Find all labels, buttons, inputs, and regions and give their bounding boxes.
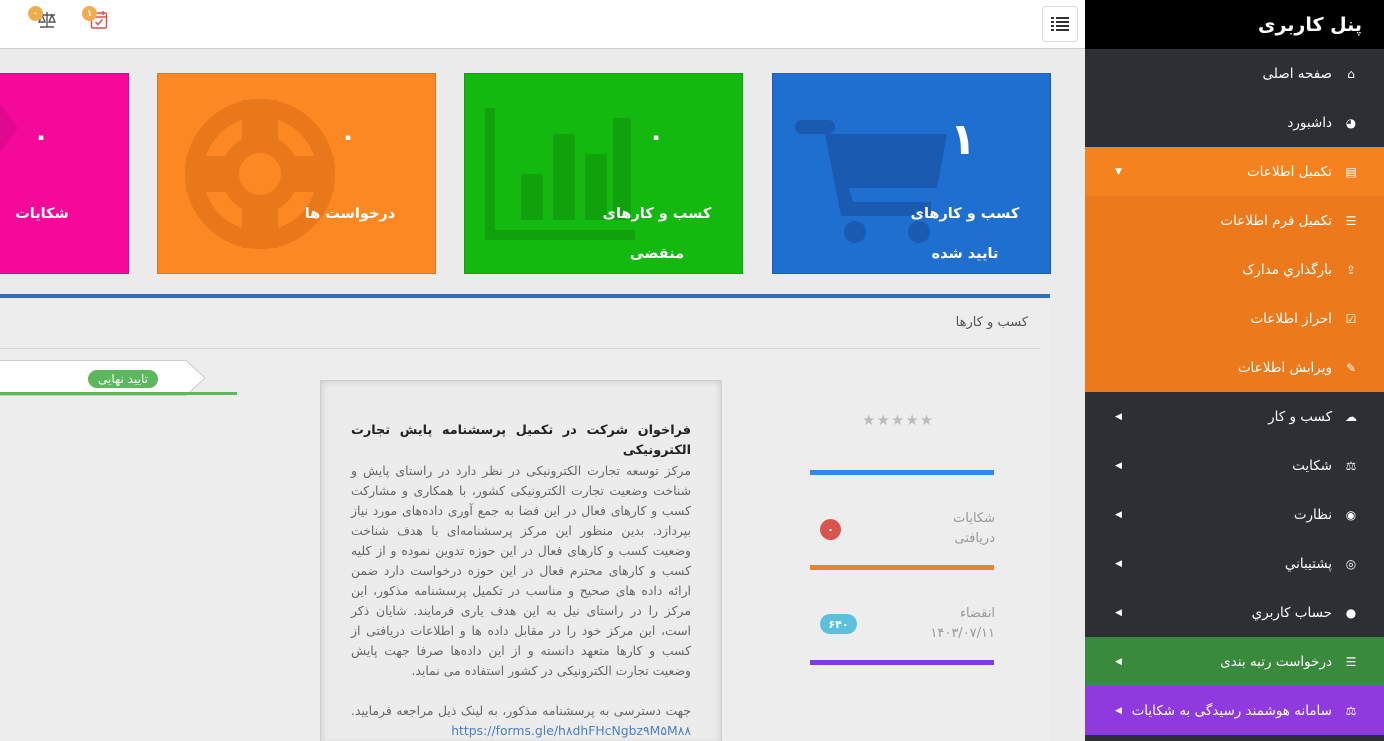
card-approved-businesses[interactable]: ۱ کسب و کارهای تایید شده <box>772 73 1051 274</box>
card-label-line1: کسب و کارهای <box>602 206 712 222</box>
sidebar-item-complete-info[interactable]: ▤ تکمیل اطلاعات ▼ <box>1085 147 1384 196</box>
card-complaints[interactable]: ۰ شکایات <box>0 73 129 274</box>
sidebar-item-label: تکمیل اطلاعات <box>1246 163 1332 180</box>
sidebar-item-label: حساب کاربري <box>1251 604 1332 621</box>
sidebar-item-complaint[interactable]: ⚖ شکایت ◀ <box>1085 441 1384 490</box>
sidebar-item-label: احراز اطلاعات <box>1250 310 1332 327</box>
status-stepper: تایید نهایی <box>0 360 237 396</box>
sidebar-item-supervision[interactable]: ◉ نظارت ◀ <box>1085 490 1384 539</box>
announcement-document: فراخوان شرکت در تکمیل پرسشنامه پایش تجار… <box>320 380 722 741</box>
card-expired-businesses[interactable]: ۰ کسب و کارهای منقضی <box>464 73 743 274</box>
card-label: شکایات <box>0 194 84 234</box>
sidebar: پنل کاربری ⌂ صفحه اصلی ◕ داشبورد ▤ تکمیل… <box>1085 0 1384 741</box>
checkbox-icon: ☑ <box>1345 311 1357 326</box>
sidebar-item-label: نظارت <box>1293 506 1332 523</box>
business-panel: کسب و کارها تایید نهایی فراخوان شرکت در … <box>0 294 1050 741</box>
complaints-label-line2: دریافتی <box>954 531 995 546</box>
document-body: مرکز توسعه تجارت الکترونیکی در نظر دارد … <box>351 463 691 678</box>
sidebar-brand: پنل کاربری <box>1085 0 1384 49</box>
user-icon: ● <box>1345 605 1357 620</box>
card-label-line2: تایید شده <box>931 246 999 262</box>
status-badge: تایید نهایی <box>88 370 158 388</box>
sidebar-item-label: سامانه هوشمند رسیدگی به شکایات <box>1131 702 1332 719</box>
lifebuoy-icon: ◎ <box>1345 556 1357 571</box>
card-value: ۰ <box>648 122 664 152</box>
panel-title: کسب و کارها <box>955 315 1028 330</box>
id-card-icon: ▤ <box>1345 164 1357 179</box>
list-icon: ☰ <box>1345 654 1357 669</box>
sidebar-toggle-button[interactable] <box>1042 6 1078 42</box>
chevron-left-icon: ◀ <box>1115 705 1122 716</box>
complaints-label-line1: شکایات <box>953 511 995 526</box>
sidebar-item-label: درخواست رتبه بندی <box>1220 653 1332 670</box>
card-label-line1: کسب و کارهای <box>910 206 1020 222</box>
expiry-days-badge: ۶۴۰ <box>820 614 857 634</box>
card-label: کسب و کارهای تایید شده <box>893 194 1037 273</box>
sidebar-item-home[interactable]: ⌂ صفحه اصلی <box>1085 49 1384 98</box>
card-value: ۰ <box>33 122 49 152</box>
sidebar-item-business[interactable]: ☁ کسب و کار ◀ <box>1085 392 1384 441</box>
sidebar-item-label: صفحه اصلی <box>1262 65 1332 82</box>
sidebar-item-label: پشتيباني <box>1284 555 1332 572</box>
cloud-icon: ☁ <box>1345 409 1357 424</box>
sidebar-item-label: شکایت <box>1292 457 1332 474</box>
complaints-label: شکایات دریافتی <box>900 509 995 549</box>
sidebar-item-edit-info[interactable]: ✎ ویرایش اطلاعات <box>1085 343 1384 392</box>
stepper-progress-line <box>0 392 237 395</box>
expiry-date: ۱۴۰۳/۰۷/۱۱ <box>930 626 995 641</box>
sidebar-item-label: بارگذاري مدارک <box>1242 261 1332 278</box>
sidebar-item-verify-info[interactable]: ☑ احراز اطلاعات <box>1085 294 1384 343</box>
scale-badge: ۰ <box>28 6 43 21</box>
calendar-badge: ۱ <box>82 6 97 21</box>
sidebar-item-smart-complaints[interactable]: ⚖ سامانه هوشمند رسیدگی به شکایات ◀ <box>1085 686 1384 735</box>
meta-bar-blue <box>810 470 994 475</box>
sidebar-item-rating-request[interactable]: ☰ درخواست رتبه بندی ◀ <box>1085 637 1384 686</box>
sidebar-item-complete-form[interactable]: ☰ تکمیل فرم اطلاعات <box>1085 196 1384 245</box>
hamburger-icon <box>1051 17 1069 31</box>
sidebar-submenu: ☰ تکمیل فرم اطلاعات ⇪ بارگذاري مدارک ☑ ا… <box>1085 196 1384 392</box>
chevron-left-icon: ◀ <box>1115 460 1122 471</box>
meta-bar-purple <box>810 660 994 665</box>
card-label-line2: منقضی <box>629 246 685 262</box>
sidebar-item-upload-documents[interactable]: ⇪ بارگذاري مدارک <box>1085 245 1384 294</box>
expiry-label: انقضاء ۱۴۰۳/۰۷/۱۱ <box>900 604 995 644</box>
sidebar-item-user-account[interactable]: ● حساب کاربري ◀ <box>1085 588 1384 637</box>
survey-link[interactable]: https://forms.gle/h۸dhFHcNgbz۹M۵M۸۸ <box>451 721 691 741</box>
sidebar-item-support[interactable]: ◎ پشتيباني ◀ <box>1085 539 1384 588</box>
chevron-left-icon: ◀ <box>1115 509 1122 520</box>
card-label-line1: درخواست ها <box>304 206 396 222</box>
sidebar-item-label: تکمیل فرم اطلاعات <box>1220 212 1332 229</box>
upload-icon: ⇪ <box>1345 262 1357 277</box>
rating-stars[interactable]: ★★★★★ <box>862 411 934 429</box>
chevron-left-icon: ◀ <box>1115 411 1122 422</box>
dashboard-icon: ◕ <box>1345 115 1357 130</box>
chevron-left-icon: ◀ <box>1115 656 1122 667</box>
scale-icon: ⚖ <box>1345 703 1357 718</box>
card-requests[interactable]: ۰ درخواست ها <box>157 73 436 274</box>
sidebar-item-label: کسب و کار <box>1268 408 1332 425</box>
card-value: ۰ <box>340 122 356 152</box>
card-label-line1: شکایات <box>15 206 69 222</box>
scale-icon: ⚖ <box>1345 458 1357 473</box>
card-label: کسب و کارهای منقضی <box>585 194 729 273</box>
complaints-count-badge: ۰ <box>820 519 841 540</box>
card-label: درخواست ها <box>278 194 422 234</box>
home-icon: ⌂ <box>1347 66 1355 81</box>
meta-bar-orange <box>810 565 994 570</box>
sidebar-item-dashboard[interactable]: ◕ داشبورد <box>1085 98 1384 147</box>
edit-icon: ✎ <box>1345 360 1357 375</box>
document-title: فراخوان شرکت در تکمیل پرسشنامه پایش تجار… <box>351 423 691 458</box>
eye-icon: ◉ <box>1345 507 1357 522</box>
document-footer: جهت دسترسی به پرسشنامه مذکور، به لینک ذی… <box>351 703 691 718</box>
chevron-down-icon: ▼ <box>1115 166 1122 177</box>
sidebar-item-label: داشبورد <box>1287 114 1332 131</box>
panel-divider <box>0 348 1040 349</box>
list-icon: ☰ <box>1345 213 1357 228</box>
expiry-label-text: انقضاء <box>959 606 995 621</box>
top-navbar: ۰ ۱ <box>0 0 1085 49</box>
sidebar-item-label: ویرایش اطلاعات <box>1237 359 1332 376</box>
card-value: ۱ <box>949 114 977 165</box>
chevron-left-icon: ◀ <box>1115 607 1122 618</box>
chevron-left-icon: ◀ <box>1115 558 1122 569</box>
